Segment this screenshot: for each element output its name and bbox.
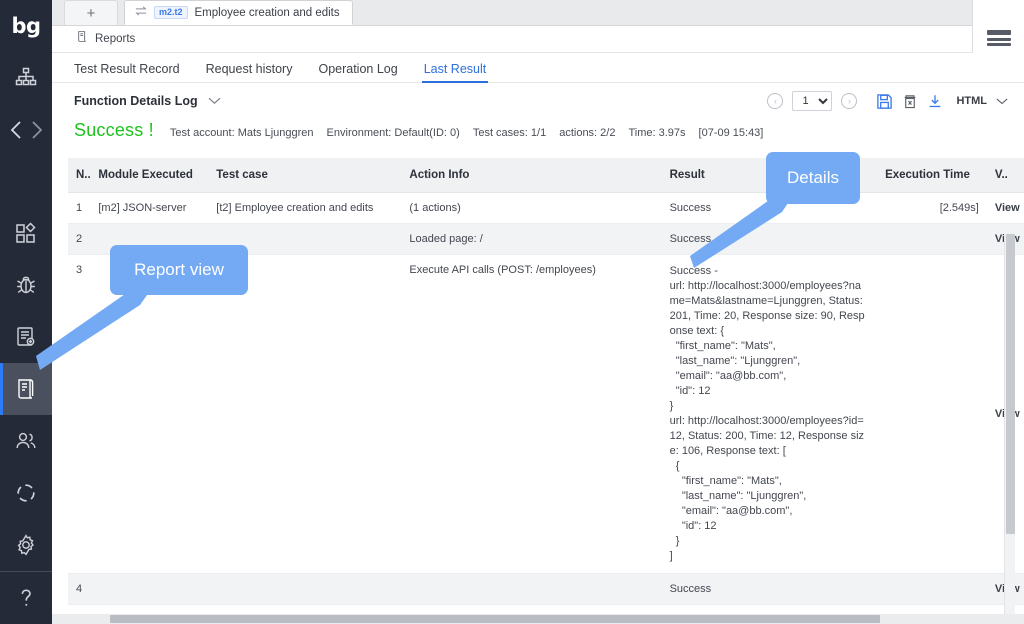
app-root: bg + m2.t2 Employee creation and edits R… [0,0,1024,624]
callout-report-view: Report view [110,245,248,295]
callout-details: Details [766,152,860,204]
callout-details-label: Details [787,168,839,187]
callout-report-view-label: Report view [134,260,224,279]
details-tail [690,196,790,268]
callout-tails [36,196,790,370]
report-view-tail [36,288,152,370]
